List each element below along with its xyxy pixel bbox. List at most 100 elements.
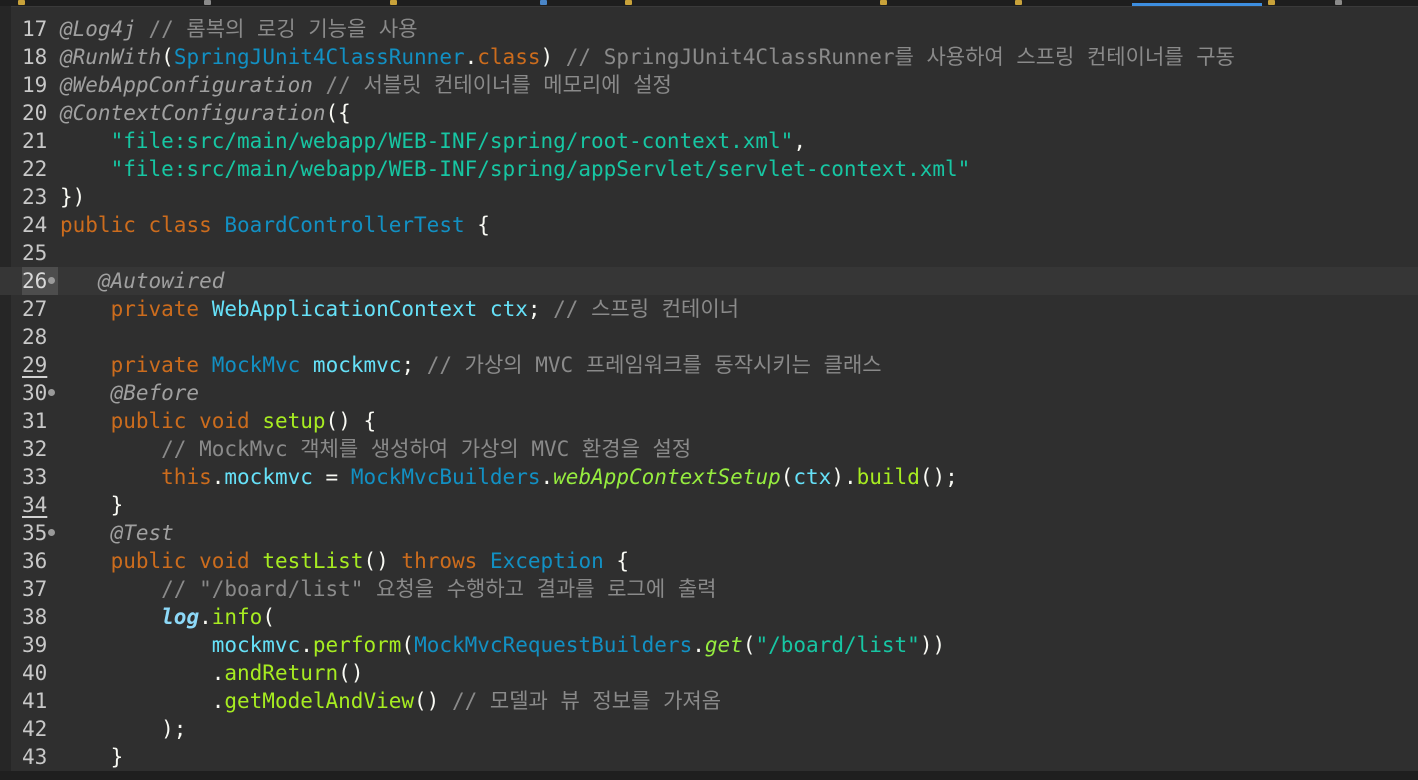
code-token: () bbox=[363, 549, 402, 573]
code-text[interactable]: } bbox=[60, 743, 124, 771]
code-token: . bbox=[464, 45, 478, 69]
code-text[interactable]: private MockMvc mockmvc; // 가상의 MVC 프레임워… bbox=[60, 351, 882, 379]
code-token: ({ bbox=[325, 101, 351, 125]
code-line[interactable]: 36 public void testList() throws Excepti… bbox=[0, 547, 1418, 575]
code-token: // 가상의 MVC 프레임워크를 동작시키는 클래스 bbox=[426, 353, 882, 377]
code-line[interactable]: 29 private MockMvc mockmvc; // 가상의 MVC 프… bbox=[0, 351, 1418, 379]
code-text[interactable]: // MockMvc 객체를 생성하여 가상의 MVC 환경을 설정 bbox=[60, 435, 691, 463]
code-token: . bbox=[692, 633, 705, 657]
code-line[interactable]: 35 @Test bbox=[0, 519, 1418, 547]
code-line[interactable]: 23}) bbox=[0, 183, 1418, 211]
code-line[interactable]: 32 // MockMvc 객체를 생성하여 가상의 MVC 환경을 설정 bbox=[0, 435, 1418, 463]
file-icon[interactable] bbox=[390, 0, 397, 5]
code-token: perform bbox=[312, 633, 402, 657]
code-token: = bbox=[312, 465, 351, 489]
code-text[interactable]: this.mockmvc = MockMvcBuilders.webAppCon… bbox=[60, 463, 958, 491]
file-icon[interactable] bbox=[625, 0, 632, 5]
code-token: this bbox=[161, 465, 212, 489]
code-line[interactable]: 25 bbox=[0, 239, 1418, 267]
code-text[interactable]: private WebApplicationContext ctx; // 스프… bbox=[60, 295, 739, 323]
code-line[interactable]: 39 mockmvc.perform(MockMvcRequestBuilder… bbox=[0, 631, 1418, 659]
code-text[interactable]: .andReturn() bbox=[60, 659, 364, 687]
code-line[interactable]: 17 @Log4j // 롬복의 로깅 기능을 사용 bbox=[0, 15, 1418, 43]
code-text[interactable]: // "/board/list" 요청을 수행하고 결과를 로그에 출력 bbox=[60, 575, 716, 603]
file-icon[interactable] bbox=[880, 0, 887, 5]
code-token: Exception bbox=[489, 549, 604, 573]
code-text[interactable]: public void setup() { bbox=[60, 407, 377, 435]
code-line[interactable]: 42 ); bbox=[0, 715, 1418, 743]
code-line[interactable]: 33 this.mockmvc = MockMvcBuilders.webApp… bbox=[0, 463, 1418, 491]
code-line[interactable]: 19 @WebAppConfiguration // 서블릿 컨테이너를 메모리에… bbox=[0, 71, 1418, 99]
fold-toggle-icon[interactable] bbox=[48, 529, 55, 536]
code-line[interactable]: 26 @Autowired bbox=[0, 267, 1418, 295]
code-token: log bbox=[161, 605, 200, 629]
code-line[interactable]: 41 .getModelAndView() // 모델과 뷰 정보를 가져옴 bbox=[0, 687, 1418, 715]
code-editor[interactable]: 17 @Log4j // 롬복의 로깅 기능을 사용 18 @RunWith(Spri… bbox=[0, 0, 1418, 780]
code-text[interactable]: @Before bbox=[60, 379, 200, 407]
code-text[interactable]: @ContextConfiguration({ bbox=[60, 99, 351, 127]
file-icon[interactable] bbox=[1335, 0, 1342, 5]
code-text[interactable]: "file:src/main/webapp/WEB-INF/spring/app… bbox=[60, 155, 971, 183]
code-text[interactable]: ); bbox=[60, 715, 186, 743]
code-text[interactable]: @Log4j // 롬복의 로깅 기능을 사용 bbox=[60, 15, 418, 43]
code-line[interactable]: 34 } bbox=[0, 491, 1418, 519]
code-token: webAppContextSetup bbox=[553, 465, 781, 489]
code-token: // 스프링 컨테이너 bbox=[553, 297, 739, 321]
line-number: 43 bbox=[22, 745, 48, 769]
code-line[interactable]: 24 public class BoardControllerTest { bbox=[0, 211, 1418, 239]
code-text[interactable]: }) bbox=[60, 183, 85, 211]
code-line[interactable]: 22 "file:src/main/webapp/WEB-INF/spring/… bbox=[0, 155, 1418, 183]
fold-toggle-icon[interactable] bbox=[48, 389, 55, 396]
code-text[interactable]: .getModelAndView() // 모델과 뷰 정보를 가져옴 bbox=[60, 687, 721, 715]
code-line[interactable]: 43 } bbox=[0, 743, 1418, 771]
code-text[interactable]: "file:src/main/webapp/WEB-INF/spring/roo… bbox=[60, 127, 806, 155]
file-icon[interactable] bbox=[1268, 0, 1275, 5]
file-icon[interactable] bbox=[540, 0, 547, 5]
code-text[interactable]: } bbox=[60, 491, 124, 519]
file-icon[interactable] bbox=[18, 0, 25, 5]
code-token: WebApplicationContext bbox=[211, 297, 478, 321]
code-text[interactable]: public class BoardControllerTest { bbox=[60, 211, 490, 239]
code-text[interactable]: mockmvc.perform(MockMvcRequestBuilders.g… bbox=[60, 631, 945, 659]
code-line[interactable]: 31 public void setup() { bbox=[0, 407, 1418, 435]
code-text[interactable]: @Test bbox=[60, 519, 174, 547]
code-text[interactable]: @RunWith(SpringJUnit4ClassRunner.class) … bbox=[60, 43, 1235, 71]
code-token: () { bbox=[325, 409, 377, 433]
code-token: SpringJUnit4ClassRunner bbox=[173, 45, 465, 69]
editor-tab-strip[interactable] bbox=[0, 0, 1418, 7]
file-icon[interactable] bbox=[1015, 0, 1022, 5]
code-text[interactable]: log.info( bbox=[60, 603, 275, 631]
code-line[interactable]: 20 @ContextConfiguration({ bbox=[0, 99, 1418, 127]
code-line[interactable]: 28 bbox=[0, 323, 1418, 351]
code-token: () bbox=[414, 689, 452, 713]
code-line[interactable]: 18 @RunWith(SpringJUnit4ClassRunner.class… bbox=[0, 43, 1418, 71]
code-token: ctx bbox=[793, 465, 832, 489]
code-line[interactable]: 30 @Before bbox=[0, 379, 1418, 407]
code-text[interactable]: public void testList() throws Exception … bbox=[60, 547, 629, 575]
fold-toggle-icon[interactable] bbox=[48, 277, 55, 284]
code-line[interactable]: 27 private WebApplicationContext ctx; //… bbox=[0, 295, 1418, 323]
code-line[interactable]: 37 // "/board/list" 요청을 수행하고 결과를 로그에 출력 bbox=[0, 575, 1418, 603]
code-text[interactable]: @Autowired bbox=[60, 267, 224, 295]
code-token: ( bbox=[742, 633, 756, 657]
code-line[interactable]: 40 .andReturn() bbox=[0, 659, 1418, 687]
file-icon[interactable] bbox=[204, 0, 211, 5]
code-line[interactable]: 21 "file:src/main/webapp/WEB-INF/spring/… bbox=[0, 127, 1418, 155]
code-line[interactable]: 38 log.info( bbox=[0, 603, 1418, 631]
code-token: . bbox=[60, 661, 225, 685]
horizontal-scrollbar[interactable] bbox=[0, 771, 1418, 780]
code-token: // SpringJUnit4ClassRunner를 사용하여 스프링 컨테이… bbox=[565, 45, 1235, 69]
code-token: )) bbox=[919, 633, 946, 657]
code-text[interactable]: @WebAppConfiguration // 서블릿 컨테이너를 메모리에 설… bbox=[60, 71, 672, 99]
code-token: . bbox=[199, 605, 212, 629]
code-token: // "/board/list" 요청을 수행하고 결과를 로그에 출력 bbox=[161, 577, 717, 601]
